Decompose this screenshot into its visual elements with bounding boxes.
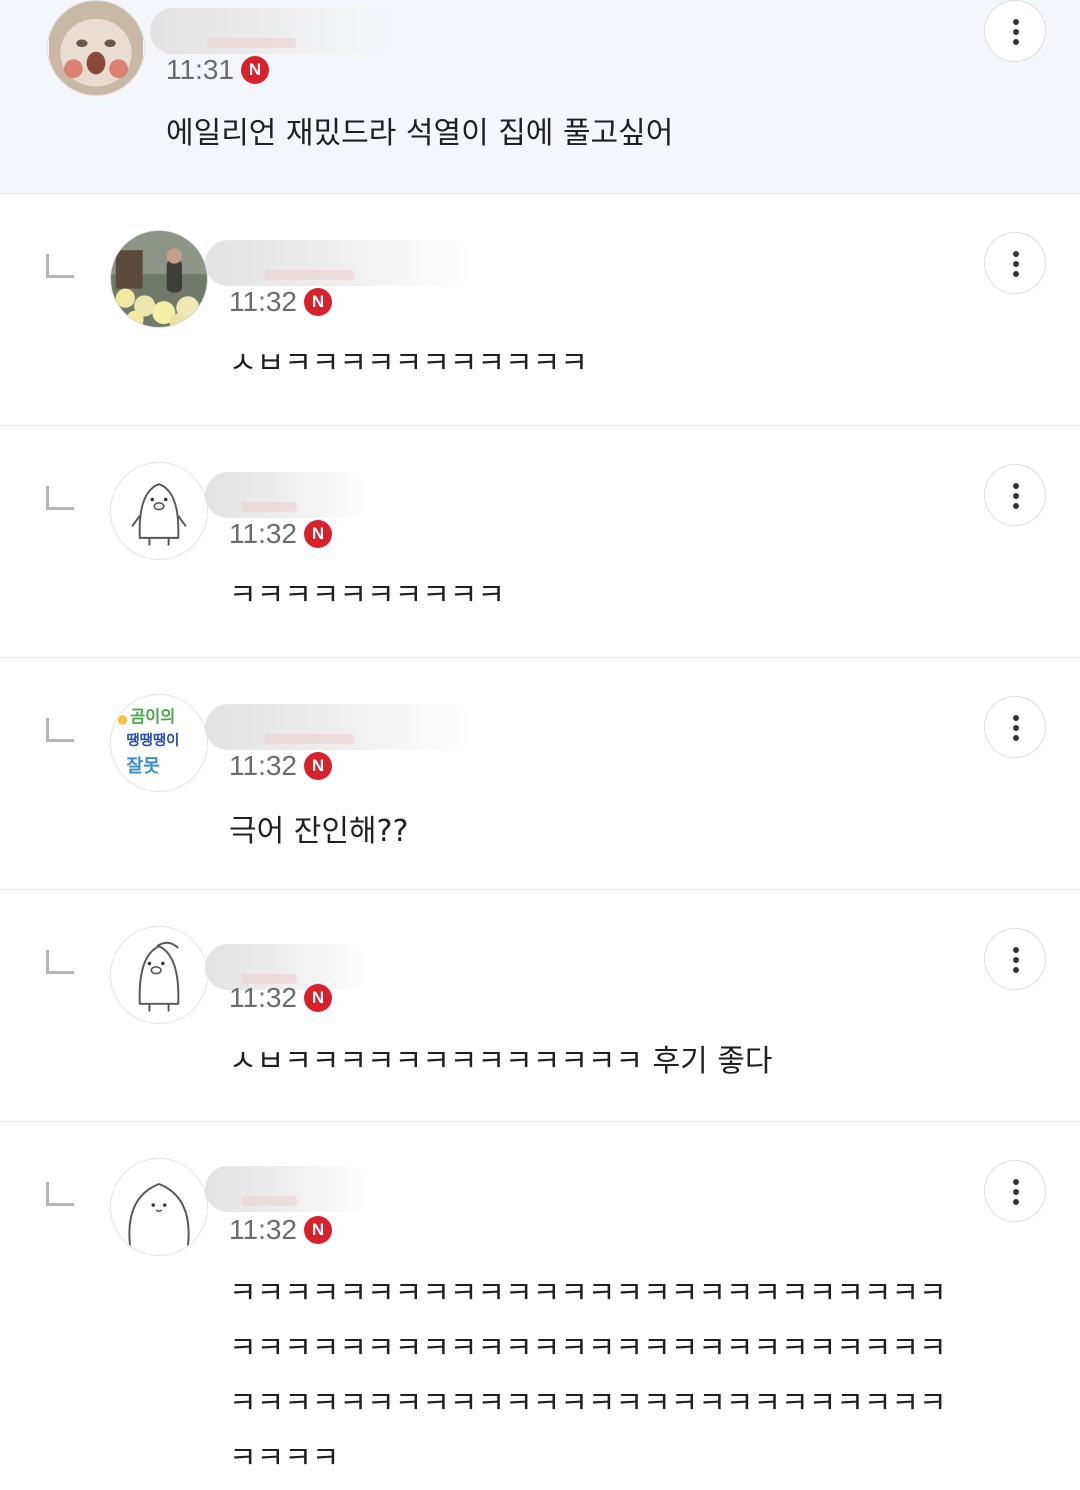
sticker-line-1: 곰이의 — [130, 707, 175, 726]
new-badge: N — [304, 1216, 332, 1244]
more-vertical-icon — [1013, 947, 1019, 953]
comment-text: ㅋㅋㅋㅋㅋㅋㅋㅋㅋㅋ — [229, 578, 505, 613]
sticker-line-3: 잘못 — [126, 756, 160, 777]
comment-time: 11:32 — [229, 982, 297, 1013]
more-vertical-icon-dot — [1013, 271, 1019, 277]
nickname-redacted — [205, 240, 473, 286]
penguin-avatar[interactable] — [110, 926, 208, 1024]
more-vertical-icon-dot — [1013, 261, 1019, 267]
cat-avatar-image — [49, 1, 143, 95]
more-vertical-icon — [1013, 19, 1019, 25]
comment-time: 11:31 — [166, 54, 234, 85]
more-vertical-icon-dot — [1013, 735, 1019, 741]
more-vertical-icon-dot — [1013, 493, 1019, 499]
reply-item: 11:32 N ㅋㅋㅋㅋㅋㅋㅋㅋㅋㅋㅋㅋㅋㅋㅋㅋㅋㅋㅋㅋㅋㅋㅋㅋㅋㅋ ㅋㅋㅋㅋㅋ… — [0, 1122, 1080, 1490]
comment-text: 극어 잔인해?? — [229, 814, 409, 849]
more-vertical-icon-dot — [1013, 1199, 1019, 1205]
sticker-text-image: 곰이의 땡땡땡이 잘못 — [111, 695, 207, 791]
nickname-redacted — [150, 8, 410, 54]
more-options-button[interactable] — [984, 0, 1046, 62]
flowers-photo-avatar[interactable] — [110, 230, 208, 328]
reply-arrow-icon — [46, 1182, 74, 1206]
reply-arrow-icon — [46, 254, 74, 278]
new-badge: N — [304, 288, 332, 316]
reply-item: 11:32 N ㅅㅂㅋㅋㅋㅋㅋㅋㅋㅋㅋㅋㅋ — [0, 194, 1080, 426]
nickname-redacted — [205, 704, 473, 750]
more-vertical-icon — [1013, 483, 1019, 489]
more-options-button[interactable] — [984, 928, 1046, 990]
reply-item: 11:32 N ㅅㅂㅋㅋㅋㅋㅋㅋㅋㅋㅋㅋㅋㅋㅋ 후기 좋다 — [0, 890, 1080, 1122]
nickname-redacted — [205, 1166, 370, 1212]
comment-text: ㅅㅂㅋㅋㅋㅋㅋㅋㅋㅋㅋㅋㅋㅋㅋ 후기 좋다 — [229, 1044, 773, 1079]
nickname-redacted — [205, 472, 370, 518]
sticker-text-avatar[interactable]: 곰이의 땡땡땡이 잘못 — [110, 694, 208, 792]
penguin-avatar[interactable] — [110, 462, 208, 560]
more-vertical-icon-dot — [1013, 967, 1019, 973]
more-vertical-icon-dot — [1013, 957, 1019, 963]
more-vertical-icon — [1013, 251, 1019, 257]
reply-arrow-icon — [46, 718, 74, 742]
new-badge: N — [304, 752, 332, 780]
seal-avatar[interactable] — [110, 1158, 208, 1256]
comment-text: ㅅㅂㅋㅋㅋㅋㅋㅋㅋㅋㅋㅋㅋ — [229, 346, 588, 381]
comment-time: 11:32 — [229, 750, 297, 781]
more-options-button[interactable] — [984, 1160, 1046, 1222]
more-vertical-icon-dot — [1013, 29, 1019, 35]
comment-text: 에일리언 재밌드라 석열이 집에 풀고싶어 — [166, 116, 674, 151]
more-vertical-icon-dot — [1013, 39, 1019, 45]
cat-avatar[interactable] — [47, 0, 145, 96]
more-vertical-icon-dot — [1013, 503, 1019, 509]
more-options-button[interactable] — [984, 464, 1046, 526]
sticker-line-2: 땡땡땡이 — [126, 732, 179, 749]
more-vertical-icon-dot — [1013, 725, 1019, 731]
comment-time: 11:32 — [229, 518, 297, 549]
comment-item: 11:31 N 에일리언 재밌드라 석열이 집에 풀고싶어 — [0, 0, 1080, 194]
new-badge: N — [304, 984, 332, 1012]
more-options-button[interactable] — [984, 696, 1046, 758]
reply-arrow-icon — [46, 950, 74, 974]
more-vertical-icon-dot — [1013, 1189, 1019, 1195]
comment-text: ㅋㅋㅋㅋㅋㅋㅋㅋㅋㅋㅋㅋㅋㅋㅋㅋㅋㅋㅋㅋㅋㅋㅋㅋㅋㅋ ㅋㅋㅋㅋㅋㅋㅋㅋㅋㅋㅋㅋㅋ… — [229, 1276, 947, 1476]
reply-item: 곰이의 땡땡땡이 잘못 11:32 N 극어 잔인해?? — [0, 658, 1080, 890]
more-options-button[interactable] — [984, 232, 1046, 294]
flowers-photo-image — [111, 231, 207, 327]
penguin-avatar-image — [111, 463, 207, 559]
new-badge: N — [304, 520, 332, 548]
comment-time: 11:32 — [229, 1214, 297, 1245]
penguin-avatar-image — [111, 927, 207, 1023]
comment-time: 11:32 — [229, 286, 297, 317]
reply-arrow-icon — [46, 486, 74, 510]
new-badge: N — [241, 56, 269, 84]
seal-avatar-image — [111, 1159, 207, 1255]
more-vertical-icon — [1013, 1179, 1019, 1185]
more-vertical-icon — [1013, 715, 1019, 721]
reply-item: 11:32 N ㅋㅋㅋㅋㅋㅋㅋㅋㅋㅋ — [0, 426, 1080, 658]
